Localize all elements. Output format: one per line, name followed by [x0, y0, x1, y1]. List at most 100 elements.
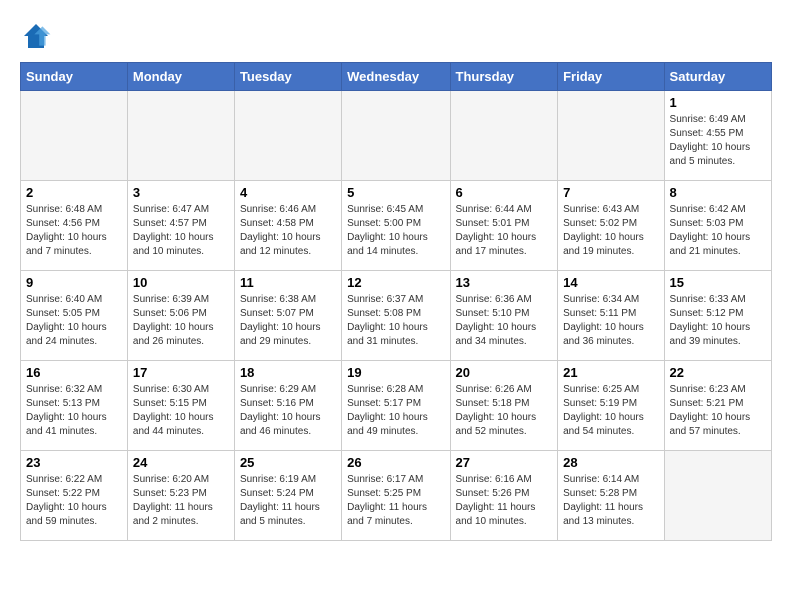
day-info: Sunrise: 6:32 AM Sunset: 5:13 PM Dayligh… — [26, 383, 122, 439]
day-info: Sunrise: 6:45 AM Sunset: 5:00 PM Dayligh… — [347, 203, 444, 259]
day-cell: 7 Sunrise: 6:43 AM Sunset: 5:02 PM Daylig… — [558, 181, 664, 271]
day-cell: 13 Sunrise: 6:36 AM Sunset: 5:10 PM Dayli… — [450, 271, 558, 361]
week-row-2: 2Sunrise: 6:48 AM Sunset: 4:56 PM Daylig… — [21, 181, 772, 271]
day-info: Sunrise: 6:43 AM Sunset: 5:02 PM Dayligh… — [563, 203, 658, 259]
day-info: Sunrise: 6:44 AM Sunset: 5:01 PM Dayligh… — [456, 203, 553, 259]
day-cell: 1 Sunrise: 6:49 AM Sunset: 4:55 PM Daylig… — [664, 91, 771, 181]
day-cell — [664, 451, 771, 541]
day-cell: 9 Sunrise: 6:40 AM Sunset: 5:05 PM Daylig… — [21, 271, 128, 361]
day-number: 2 — [26, 185, 122, 200]
col-header-sunday: Sunday — [21, 63, 128, 91]
day-number: 5 — [347, 185, 444, 200]
day-number: 23 — [26, 455, 122, 470]
day-number: 20 — [456, 365, 553, 380]
day-info: Sunrise: 6:38 AM Sunset: 5:07 PM Dayligh… — [240, 293, 336, 349]
day-cell: 3Sunrise: 6:47 AM Sunset: 4:57 PM Daylig… — [127, 181, 234, 271]
day-number: 14 — [563, 275, 658, 290]
logo — [20, 20, 56, 52]
day-cell: 18 Sunrise: 6:29 AM Sunset: 5:16 PM Dayli… — [234, 361, 341, 451]
day-cell: 11 Sunrise: 6:38 AM Sunset: 5:07 PM Dayli… — [234, 271, 341, 361]
day-cell: 5 Sunrise: 6:45 AM Sunset: 5:00 PM Daylig… — [342, 181, 450, 271]
day-cell: 22 Sunrise: 6:23 AM Sunset: 5:21 PM Dayli… — [664, 361, 771, 451]
day-cell — [234, 91, 341, 181]
day-number: 24 — [133, 455, 229, 470]
day-number: 17 — [133, 365, 229, 380]
day-info: Sunrise: 6:46 AM Sunset: 4:58 PM Dayligh… — [240, 203, 336, 259]
day-cell: 28 Sunrise: 6:14 AM Sunset: 5:28 PM Dayli… — [558, 451, 664, 541]
day-cell: 12 Sunrise: 6:37 AM Sunset: 5:08 PM Dayli… — [342, 271, 450, 361]
day-cell: 8 Sunrise: 6:42 AM Sunset: 5:03 PM Daylig… — [664, 181, 771, 271]
day-number: 1 — [670, 95, 766, 110]
day-info: Sunrise: 6:20 AM Sunset: 5:23 PM Dayligh… — [133, 473, 229, 529]
day-number: 15 — [670, 275, 766, 290]
week-row-3: 9 Sunrise: 6:40 AM Sunset: 5:05 PM Daylig… — [21, 271, 772, 361]
week-row-1: 1 Sunrise: 6:49 AM Sunset: 4:55 PM Daylig… — [21, 91, 772, 181]
col-header-friday: Friday — [558, 63, 664, 91]
day-cell — [558, 91, 664, 181]
day-cell — [342, 91, 450, 181]
day-info: Sunrise: 6:26 AM Sunset: 5:18 PM Dayligh… — [456, 383, 553, 439]
day-cell: 17 Sunrise: 6:30 AM Sunset: 5:15 PM Dayli… — [127, 361, 234, 451]
col-header-tuesday: Tuesday — [234, 63, 341, 91]
day-info: Sunrise: 6:40 AM Sunset: 5:05 PM Dayligh… — [26, 293, 122, 349]
day-cell: 4 Sunrise: 6:46 AM Sunset: 4:58 PM Daylig… — [234, 181, 341, 271]
day-info: Sunrise: 6:33 AM Sunset: 5:12 PM Dayligh… — [670, 293, 766, 349]
day-number: 10 — [133, 275, 229, 290]
day-cell: 26 Sunrise: 6:17 AM Sunset: 5:25 PM Dayli… — [342, 451, 450, 541]
day-cell: 14 Sunrise: 6:34 AM Sunset: 5:11 PM Dayli… — [558, 271, 664, 361]
day-cell: 2Sunrise: 6:48 AM Sunset: 4:56 PM Daylig… — [21, 181, 128, 271]
day-number: 19 — [347, 365, 444, 380]
day-number: 11 — [240, 275, 336, 290]
day-cell: 15 Sunrise: 6:33 AM Sunset: 5:12 PM Dayli… — [664, 271, 771, 361]
page-header — [20, 20, 772, 52]
day-number: 22 — [670, 365, 766, 380]
day-info: Sunrise: 6:30 AM Sunset: 5:15 PM Dayligh… — [133, 383, 229, 439]
day-number: 18 — [240, 365, 336, 380]
col-header-saturday: Saturday — [664, 63, 771, 91]
day-number: 25 — [240, 455, 336, 470]
day-info: Sunrise: 6:39 AM Sunset: 5:06 PM Dayligh… — [133, 293, 229, 349]
day-number: 13 — [456, 275, 553, 290]
week-row-5: 23 Sunrise: 6:22 AM Sunset: 5:22 PM Dayli… — [21, 451, 772, 541]
day-info: Sunrise: 6:25 AM Sunset: 5:19 PM Dayligh… — [563, 383, 658, 439]
col-header-thursday: Thursday — [450, 63, 558, 91]
day-info: Sunrise: 6:34 AM Sunset: 5:11 PM Dayligh… — [563, 293, 658, 349]
day-info: Sunrise: 6:16 AM Sunset: 5:26 PM Dayligh… — [456, 473, 553, 529]
day-number: 26 — [347, 455, 444, 470]
day-cell — [450, 91, 558, 181]
day-info: Sunrise: 6:28 AM Sunset: 5:17 PM Dayligh… — [347, 383, 444, 439]
day-cell — [127, 91, 234, 181]
day-info: Sunrise: 6:36 AM Sunset: 5:10 PM Dayligh… — [456, 293, 553, 349]
day-cell: 10 Sunrise: 6:39 AM Sunset: 5:06 PM Dayli… — [127, 271, 234, 361]
day-cell: 20 Sunrise: 6:26 AM Sunset: 5:18 PM Dayli… — [450, 361, 558, 451]
day-info: Sunrise: 6:14 AM Sunset: 5:28 PM Dayligh… — [563, 473, 658, 529]
day-cell: 19 Sunrise: 6:28 AM Sunset: 5:17 PM Dayli… — [342, 361, 450, 451]
day-cell: 6 Sunrise: 6:44 AM Sunset: 5:01 PM Daylig… — [450, 181, 558, 271]
day-info: Sunrise: 6:23 AM Sunset: 5:21 PM Dayligh… — [670, 383, 766, 439]
day-info: Sunrise: 6:29 AM Sunset: 5:16 PM Dayligh… — [240, 383, 336, 439]
day-number: 16 — [26, 365, 122, 380]
logo-icon — [20, 20, 52, 52]
day-number: 4 — [240, 185, 336, 200]
day-info: Sunrise: 6:37 AM Sunset: 5:08 PM Dayligh… — [347, 293, 444, 349]
header-row: SundayMondayTuesdayWednesdayThursdayFrid… — [21, 63, 772, 91]
day-info: Sunrise: 6:22 AM Sunset: 5:22 PM Dayligh… — [26, 473, 122, 529]
day-number: 21 — [563, 365, 658, 380]
col-header-wednesday: Wednesday — [342, 63, 450, 91]
day-number: 3 — [133, 185, 229, 200]
day-number: 8 — [670, 185, 766, 200]
day-cell — [21, 91, 128, 181]
day-number: 12 — [347, 275, 444, 290]
day-cell: 24 Sunrise: 6:20 AM Sunset: 5:23 PM Dayli… — [127, 451, 234, 541]
day-info: Sunrise: 6:49 AM Sunset: 4:55 PM Dayligh… — [670, 113, 766, 169]
day-info: Sunrise: 6:17 AM Sunset: 5:25 PM Dayligh… — [347, 473, 444, 529]
day-number: 7 — [563, 185, 658, 200]
col-header-monday: Monday — [127, 63, 234, 91]
day-cell: 27Sunrise: 6:16 AM Sunset: 5:26 PM Dayli… — [450, 451, 558, 541]
day-number: 9 — [26, 275, 122, 290]
week-row-4: 16 Sunrise: 6:32 AM Sunset: 5:13 PM Dayli… — [21, 361, 772, 451]
day-number: 28 — [563, 455, 658, 470]
day-number: 6 — [456, 185, 553, 200]
day-info: Sunrise: 6:42 AM Sunset: 5:03 PM Dayligh… — [670, 203, 766, 259]
calendar-table: SundayMondayTuesdayWednesdayThursdayFrid… — [20, 62, 772, 541]
